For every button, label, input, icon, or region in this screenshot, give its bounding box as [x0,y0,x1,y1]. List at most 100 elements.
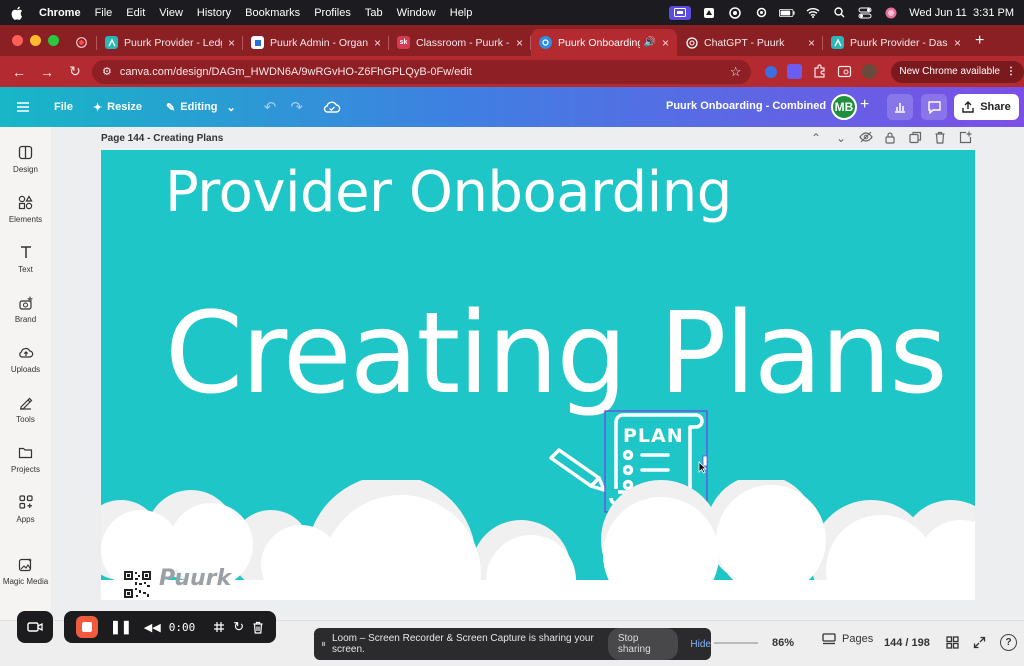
zoom-slider[interactable] [714,642,758,644]
stop-recording-button[interactable] [76,616,98,638]
slide-canvas[interactable]: Provider Onboarding Creating Plans PLAN … [101,150,975,600]
slide-title[interactable]: Creating Plans [165,298,948,410]
screen-recorder-status-icon[interactable] [669,5,692,20]
forward-arrow-icon[interactable]: → [38,64,56,80]
add-page-icon[interactable] [959,131,973,145]
menu-app-name[interactable]: Chrome [39,7,81,19]
zoom-window-icon[interactable] [48,35,59,46]
close-tab-icon[interactable]: × [228,36,235,50]
search-icon[interactable] [831,6,847,20]
editing-mode-dropdown[interactable]: ✎ Editing ⌄ [166,101,236,114]
back-arrow-icon[interactable]: ← [10,64,28,80]
add-collaborator-button[interactable]: + [860,96,869,114]
rail-brand[interactable]: Brand [0,293,51,324]
url-text[interactable]: canva.com/design/DAGm_HWDN6A/9wRGvHO-Z6F… [120,66,730,78]
chrome-update-button[interactable]: New Chrome available ⋮ [891,60,1024,83]
chevron-down-icon[interactable]: ⌄ [834,131,848,145]
minimize-window-icon[interactable] [30,35,41,46]
menubar-datetime[interactable]: Wed Jun 11 3:31 PM [909,7,1014,19]
resize-button[interactable]: ✦ Resize [93,101,142,114]
audio-playing-icon[interactable]: 🔊 [644,37,656,48]
menu-hamburger-icon[interactable] [16,101,34,113]
canvas-editor-area[interactable]: Page 144 - Creating Plans ⌃ ⌄ Provider O… [51,127,1024,666]
close-tab-icon[interactable]: × [954,36,961,50]
notes-status-icon[interactable] [701,6,717,20]
menu-edit[interactable]: Edit [126,7,145,19]
tab-classroom[interactable]: sk Classroom - Puurk - Co × [389,29,531,56]
restart-icon[interactable]: ↻ [233,619,244,635]
hide-page-eye-icon[interactable] [859,131,873,145]
menu-bookmarks[interactable]: Bookmarks [245,7,300,19]
site-info-icon[interactable]: ⚙ [102,65,112,78]
delete-page-icon[interactable] [934,131,948,145]
address-bar[interactable]: ⚙ canva.com/design/DAGm_HWDN6A/9wRGvHO-Z… [91,59,752,84]
rail-uploads[interactable]: Uploads [0,343,51,374]
avatar[interactable]: MB [831,94,857,120]
document-title[interactable]: Puurk Onboarding - Combined [666,100,826,112]
rail-design[interactable]: Design [0,143,51,174]
tab-recording[interactable] [69,29,97,56]
file-menu-button[interactable]: File [54,101,73,113]
rail-text[interactable]: Text [0,243,51,274]
fullscreen-icon[interactable] [973,636,986,649]
stop-sharing-button[interactable]: Stop sharing [607,628,679,660]
tab-puurk-provider-ledger[interactable]: Puurk Provider - Ledger × [97,29,243,56]
zoom-level[interactable]: 86% [772,637,794,649]
hide-button[interactable]: Hide [690,639,711,650]
rail-projects[interactable]: Projects [0,443,51,474]
apple-icon[interactable] [11,6,25,20]
grid-hash-icon[interactable] [213,621,225,633]
trash-icon[interactable] [252,621,264,634]
redo-icon[interactable]: ↷ [290,98,303,116]
undo-icon[interactable]: ↶ [264,98,277,116]
extension-blue-icon[interactable] [765,65,778,78]
control-center-icon[interactable] [857,6,873,20]
menu-help[interactable]: Help [450,7,473,19]
rail-tools[interactable]: Tools [0,393,51,424]
tab-puurk-admin[interactable]: Puurk Admin - Organizat × [243,29,389,56]
menu-history[interactable]: History [197,7,231,19]
help-button[interactable]: ? [1000,634,1017,651]
drag-handle-icon[interactable]: ⏸ [321,639,326,650]
reload-icon[interactable]: ↻ [66,63,84,80]
bookmark-star-icon[interactable]: ☆ [730,64,742,80]
cloud-saved-icon[interactable] [323,100,341,114]
rail-magic-media[interactable]: Magic Media [0,555,51,586]
new-tab-button[interactable]: + [975,32,984,50]
menu-window[interactable]: Window [397,7,436,19]
wifi-icon[interactable] [805,6,821,20]
close-tab-icon[interactable]: × [374,36,381,50]
slide-heading[interactable]: Provider Onboarding [165,160,732,225]
pages-button[interactable]: Pages [822,633,873,645]
menu-view[interactable]: View [159,7,183,19]
page-counter[interactable]: 144 / 198 [884,637,930,649]
menu-profiles[interactable]: Profiles [314,7,351,19]
close-tab-icon[interactable]: × [516,36,523,50]
extension-status-icon[interactable] [727,6,743,20]
close-tab-icon[interactable]: × [662,36,669,50]
tab-puurk-onboarding[interactable]: Puurk Onboarding - 🔊 × [531,29,677,56]
tab-chatgpt[interactable]: ChatGPT - Puurk × [677,29,823,56]
lock-icon[interactable] [884,131,898,145]
share-button[interactable]: Share [954,94,1019,120]
extensions-puzzle-icon[interactable] [812,64,827,79]
tab-puurk-provider-dashboard[interactable]: Puurk Provider - Dashbo × [823,29,969,56]
battery-icon[interactable] [779,6,795,20]
rail-apps[interactable]: Apps [0,493,51,524]
extension-purple-icon[interactable] [787,64,803,79]
loom-camera-button[interactable] [17,611,53,643]
duplicate-page-icon[interactable] [909,131,923,145]
page-title[interactable]: Page 144 - Creating Plans [101,133,223,144]
rail-elements[interactable]: Elements [0,193,51,224]
comment-icon[interactable] [921,94,947,120]
menu-tab[interactable]: Tab [365,7,383,19]
menu-file[interactable]: File [95,7,113,19]
settings-status-icon[interactable] [753,6,769,20]
chevron-up-icon[interactable]: ⌃ [809,131,823,145]
siri-icon[interactable] [883,6,899,20]
close-window-icon[interactable] [12,35,23,46]
grid-view-icon[interactable] [946,636,959,649]
pause-icon[interactable]: ❚❚ [110,619,132,635]
rewind-icon[interactable]: ◀◀ [144,621,161,634]
profile-avatar-icon[interactable] [862,64,878,79]
